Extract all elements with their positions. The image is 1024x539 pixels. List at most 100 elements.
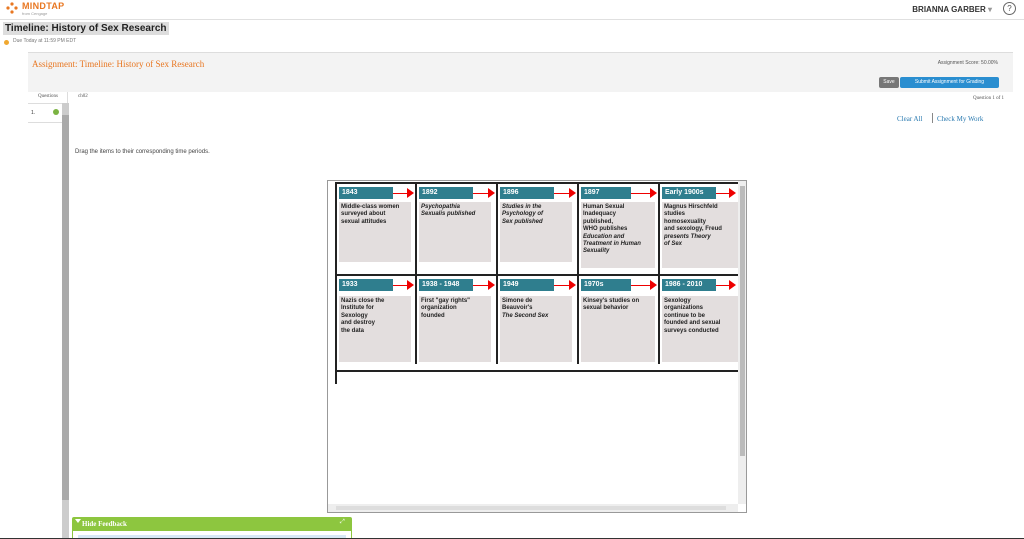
user-menu[interactable]: BRIANNA GARBER ▾ [912,5,992,14]
timeline-divider [658,182,660,276]
timeline-event[interactable]: Studies in the Psychology of Sex published [500,202,572,262]
arrow-line [716,193,730,194]
timeline-divider [658,274,660,364]
questions-header: Questions [38,94,58,99]
event-text-line: and sexology, Freud [664,226,722,233]
timeline-event[interactable]: Nazis close the Institute for Sexology and … [339,296,411,362]
question-number: 1. [31,110,36,116]
period-label: 1970s [581,279,631,291]
timeline-top-rule [335,182,738,184]
timeline-event[interactable]: Middle-class women surveyed about sexual a… [339,202,411,262]
event-text-line: sexual behavior [583,305,629,312]
event-text-line: Sexuality [583,248,610,255]
brand-name: MINDTAP [22,1,65,11]
mindtap-logo-icon [6,2,18,14]
assignment-score: Assignment Score: 50.00% [937,60,998,66]
event-text-line: organization [421,305,457,312]
arrow-right-icon [407,188,414,198]
period-label: Early 1900s [662,187,716,199]
arrow-line [554,285,570,286]
arrow-right-icon [488,188,495,198]
arrow-right-icon [569,280,576,290]
event-text-line: Institute for [341,305,374,312]
event-text-line: and destroy [341,320,376,327]
event-text-line: sexual attitudes [341,218,387,225]
event-text-line: presents Theory [664,233,711,240]
arrow-line [393,193,408,194]
event-text-line: organizations [664,305,704,312]
period-label: 1938 - 1948 [419,279,473,291]
event-text-line: founded [421,312,445,319]
timeline-event[interactable]: Psychopathia Sexualis published [419,202,491,262]
timeline-divider [496,274,498,364]
event-text-line: Sexology [341,312,368,319]
timeline-divider [335,274,337,384]
timeline-event[interactable]: First "gay rights" organization founded [419,296,491,362]
event-text-line: Simone de [502,298,533,304]
timeline-event[interactable]: Magnus Hirschfeld studies homosexuality and… [662,202,738,268]
check-my-work-link[interactable]: Check My Work [937,115,983,123]
arrow-right-icon [569,188,576,198]
event-text-line: Treatment in Human [583,241,641,248]
event-text-line: Sexualis published [421,211,476,218]
period-label: 1896 [500,187,554,199]
timeline-vertical-scrollbar-thumb[interactable] [740,186,745,456]
arrow-line [716,285,730,286]
timeline-divider [577,274,579,364]
event-text-line: Inadequacy [583,211,617,218]
event-text-line: the data [341,327,365,334]
arrow-line [631,285,651,286]
clear-all-link[interactable]: Clear All [897,115,922,123]
event-text-line: Studies in the [502,204,542,210]
event-text-line: founded and sexual [664,320,721,327]
arrow-line [554,193,570,194]
event-text-line: Psychology of [502,211,544,218]
timeline-divider [496,182,498,276]
activity-title: Timeline: History of Sex Research [3,22,169,35]
event-text-line: Education and [583,233,625,240]
timeline-event[interactable]: Human Sexual Inadequacy published, WHO publ… [581,202,655,268]
timeline-event[interactable]: Simone de Beauvoir's The Second Sex [500,296,572,362]
help-icon[interactable]: ? [1003,2,1016,15]
timeline-event[interactable]: Kinsey's studies on sexual behavior [581,296,655,362]
event-text-line: Middle-class women [341,204,400,210]
assignment-header: Assignment: Timeline: History of Sex Res… [28,52,1013,92]
event-text-line: published, [583,218,613,225]
timeline-divider [415,274,417,364]
submit-button[interactable]: Submit Assignment for Grading [900,77,999,88]
arrow-line [393,285,408,286]
event-text-line: of Sex [664,241,683,248]
questions-scrollbar-thumb[interactable] [62,115,69,500]
event-text-line: Psychopathia [421,204,461,210]
event-text-line: Kinsey's studies on [583,298,640,304]
timeline-event[interactable]: Sexology organizations continue to be found… [662,296,738,362]
timeline-bottom-rule [335,370,738,372]
feedback-label[interactable]: Hide Feedback [82,520,127,528]
arrow-right-icon [650,280,657,290]
arrow-right-icon [729,280,736,290]
event-text-line: Magnus Hirschfeld [664,204,718,210]
due-date: Due Today at 11:59 PM EDT [13,38,77,44]
event-text-line: First "gay rights" [421,298,471,304]
arrow-line [473,285,489,286]
arrow-right-icon [650,188,657,198]
instructions: Drag the items to their corresponding ti… [75,149,210,155]
timeline-horizontal-scrollbar-thumb[interactable] [336,506,726,510]
action-divider [932,113,933,123]
chevron-down-icon: ▾ [987,5,992,14]
arrow-right-icon [488,280,495,290]
period-label: 1933 [339,279,393,291]
event-text-line: Sex published [502,218,543,225]
arrow-line [473,193,489,194]
caret-down-icon [75,519,81,523]
user-name: BRIANNA GARBER [912,5,986,14]
period-label: 1949 [500,279,554,291]
period-label: 1897 [581,187,631,199]
event-text-line: WHO publishes [583,226,628,233]
period-label: 1986 - 2010 [662,279,716,291]
expand-icon[interactable]: ⤢ [340,519,345,526]
save-button[interactable]: Save [879,77,899,88]
event-text-line: Sexology [664,298,691,304]
event-text-line: homosexuality [664,218,707,225]
answered-check-icon [53,109,59,115]
